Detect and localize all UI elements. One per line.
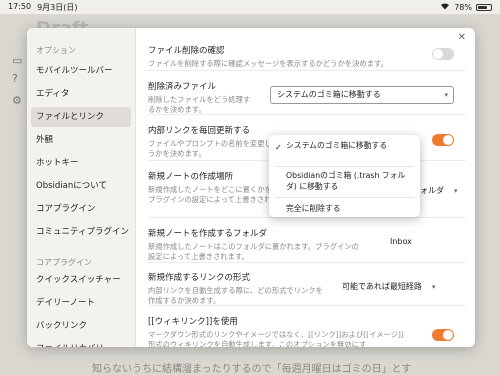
battery-percent: 78% [454,2,472,12]
setting-desc: ファイルを削除する際に確認メッセージを表示するかどうかを決めます。 [148,59,388,68]
wikilinks-toggle[interactable] [432,329,454,341]
folder-icon: ▭ [12,54,23,67]
dropdown-option[interactable]: システムのゴミ箱に移動する [286,140,414,151]
dropdown-separator [275,197,414,198]
toggle-knob [443,330,453,340]
dropdown-separator [275,166,414,167]
gear-icon: ⚙ [12,94,22,107]
battery-icon [476,3,492,11]
divider [148,114,466,115]
sidebar-item[interactable]: ファイルとリンク [31,107,131,127]
status-time: 17:50 [8,1,32,11]
setting-desc: マークダウン形式のリンクやイメージではなく、[[リンク]]および[[イメージ]]… [148,330,404,347]
sidebar-section-header: オプション [36,46,76,55]
setting-name: [[ウィキリンク]]を使用 [148,317,238,327]
new-link-format-select[interactable]: 可能であれば最短経路 ▾ [342,281,435,292]
background-note-text: 知らないうちに結構溜まったりするので「毎週月曜日はゴミの日」とす [92,364,412,375]
toggle-knob [433,49,443,59]
setting-desc: 新規作成したノートはこのフォルダに置かれます。プラグインの設定によって上書きされ… [148,242,359,261]
status-date: 9月3日(日) [37,2,78,12]
setting-name: ファイル削除の確認 [148,46,225,56]
deleted-files-dropdown: ✓ システムのゴミ箱に移動する Obsidianのゴミ箱 (.trash フォル… [269,135,420,217]
sidebar-item[interactable]: デイリーノート [27,293,131,313]
sidebar-item[interactable]: モバイルツールバー [27,61,131,81]
sidebar-item[interactable]: クイックスイッチャー [27,270,131,290]
battery-fill [478,5,488,9]
confirm-delete-toggle[interactable] [432,48,454,60]
divider [148,70,466,71]
settings-modal: オプションモバイルツールバー エディタファイルとリンク 外観ホットキー Obsidia… [27,28,475,347]
deleted-files-select[interactable]: システムのゴミ箱に移動する ▾ [270,86,454,104]
chevron-down-icon: ▾ [454,187,458,195]
divider [148,305,466,306]
setting-name: 新規ノートを作成するフォルダ [148,229,268,239]
setting-confirm-delete: ファイル削除の確認 ファイルを削除する際に確認メッセージを表示するかどうかを決め… [148,44,468,69]
toggle-knob [443,135,453,145]
divider [148,217,466,218]
auto-update-links-toggle[interactable] [432,134,454,146]
sidebar-item[interactable]: バックリンク [27,316,131,336]
select-value: 可能であれば最短経路 [342,282,422,291]
select-value: システムのゴミ箱に移動する [277,90,381,99]
checkmark-icon: ✓ [275,143,282,152]
setting-new-note-folder: 新規ノートを作成するフォルダ 新規作成したノートはこのフォルダに置かれます。プラ… [148,227,468,262]
sidebar-item[interactable]: ファイルリカバリー [27,339,131,347]
status-bar: 17:50 9月3日(日) 78% [0,0,500,14]
chevron-down-icon: ▾ [431,283,436,291]
setting-desc: 内部リンクを自動生成する際に、どの形式でリンクを作成するか決めます。 [148,286,323,305]
settings-sidebar: オプションモバイルツールバー エディタファイルとリンク 外観ホットキー Obsidia… [27,28,136,347]
setting-wikilinks: [[ウィキリンク]]を使用 マークダウン形式のリンクやイメージではなく、[[リン… [148,315,468,347]
divider [148,262,466,263]
input-value: Inbox [390,237,412,246]
dropdown-option[interactable]: Obsidianのゴミ箱 (.trash フォルダ) に移動する [286,170,414,192]
help-icon: ? [12,72,18,85]
sidebar-item[interactable]: エディタ [27,84,131,104]
sidebar-item[interactable]: ホットキー [27,153,131,173]
sidebar-item[interactable]: コアプラグイン [27,199,131,219]
sidebar-item[interactable]: コミュニティプラグイン [27,222,131,242]
wifi-icon [440,2,450,12]
setting-desc: 削除したファイルをどう処理するかを決めます。 [148,95,251,114]
dropdown-option[interactable]: 完全に削除する [286,203,414,214]
new-note-folder-input[interactable]: Inbox [390,237,412,246]
sidebar-item[interactable]: 外観 [27,130,131,150]
sidebar-item[interactable]: Obsidianについて [27,176,131,196]
chevron-down-icon: ▾ [444,91,448,99]
sidebar-section-header: コアプラグイン [36,258,92,267]
